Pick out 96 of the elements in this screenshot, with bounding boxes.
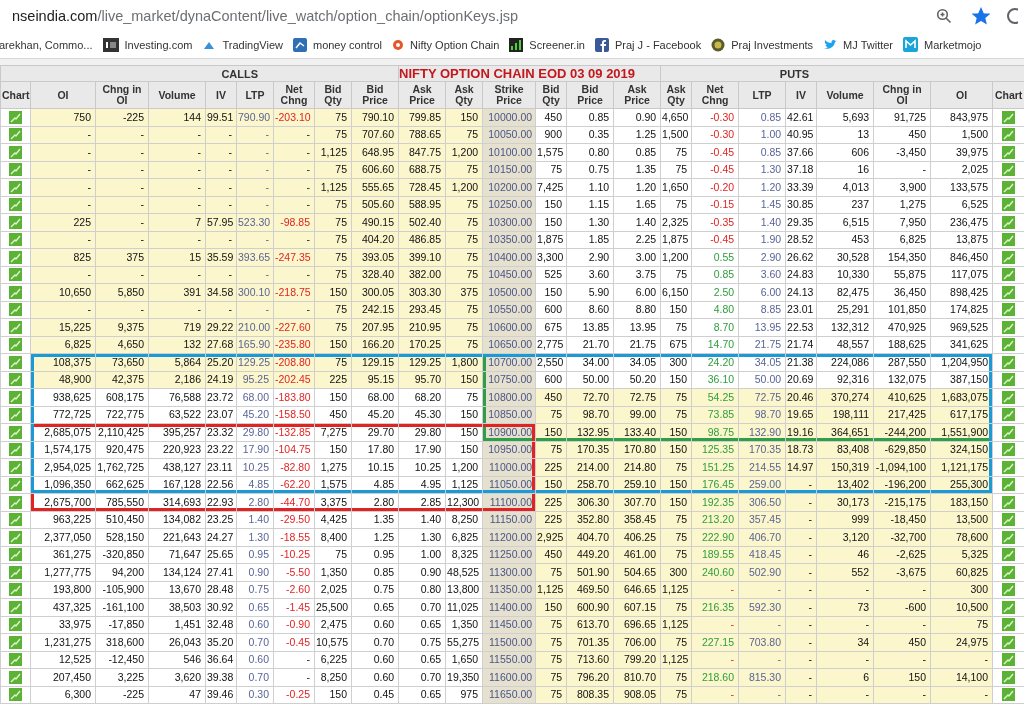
chart-icon[interactable] [1002,670,1016,684]
chart-icon[interactable] [9,390,22,404]
bar-chart-icon [509,37,524,52]
logo-icon [292,37,307,52]
bookmark-link[interactable]: arekhan, Commo... [0,36,93,53]
chart-icon[interactable] [9,408,22,422]
chart-icon[interactable] [1002,583,1016,597]
chart-icon[interactable] [9,443,22,457]
url-host: nseindia.com [12,7,98,24]
star-icon[interactable] [972,6,990,25]
coin-icon [711,37,726,52]
chart-icon[interactable] [9,425,22,439]
chart-icon[interactable] [1002,250,1016,264]
chart-icon[interactable] [1002,303,1016,317]
chart-icon[interactable] [9,618,22,632]
bookmark-link[interactable]: MJ Twitter [823,36,894,53]
chart-icon[interactable] [9,110,22,124]
chart-icon[interactable] [9,670,22,684]
chart-icon[interactable] [9,233,22,247]
chart-icon[interactable] [9,303,22,317]
bookmark-link[interactable]: TradingView [202,36,283,53]
chart-icon[interactable] [9,180,22,194]
chart-icon[interactable] [9,355,22,369]
chart-icon[interactable] [1002,478,1016,492]
calls-label: CALLS [221,67,259,80]
chart-icon[interactable] [1002,600,1016,614]
logo-icon [903,37,919,52]
chart-icon[interactable] [9,583,22,597]
profile-icon[interactable] [1006,6,1018,25]
chart-icon[interactable] [1002,233,1016,247]
chart-icon[interactable] [9,198,22,212]
chart-icon[interactable] [1002,495,1016,509]
chart-icon[interactable] [9,565,22,579]
bookmark-link[interactable]: money control [292,35,383,54]
chart-icon[interactable] [9,338,22,352]
chart-icon[interactable] [1002,548,1016,562]
chart-icon[interactable] [9,163,22,177]
chart-icon[interactable] [9,250,22,264]
chain-title: NIFTY OPTION CHAIN EOD 03 09 2019 [399,66,636,81]
chart-icon[interactable] [9,268,22,282]
chart-icon[interactable] [9,215,22,229]
chart-icon[interactable] [1002,180,1016,194]
chart-icon[interactable] [1002,688,1016,702]
chart-icon[interactable] [1002,373,1016,387]
bookmark-link[interactable]: Praj Investments [711,35,814,54]
chart-icon[interactable] [1002,320,1016,334]
chart-icon[interactable] [9,688,22,702]
facebook-icon [595,37,609,52]
chart-icon[interactable] [1002,565,1016,579]
chart-icon[interactable] [1002,355,1016,369]
chart-icon[interactable] [1002,460,1016,474]
chart-icon[interactable] [9,653,22,667]
chart-icon[interactable] [9,635,22,649]
bookmark-link[interactable]: Investing.com [102,35,193,54]
column-header: OI [30,81,96,109]
chart-icon[interactable] [1002,128,1016,142]
bookmark-link[interactable]: Screener.in [509,35,585,54]
chart-icon[interactable] [1002,635,1016,649]
chart-icon[interactable] [1002,285,1016,299]
chart-icon[interactable] [9,460,22,474]
chart-icon[interactable] [1002,425,1016,439]
chart-icon[interactable] [9,495,22,509]
bird-icon [823,38,838,51]
chart-icon[interactable] [1002,513,1016,527]
chart-icon[interactable] [1002,145,1016,159]
chart-icon[interactable] [9,128,22,142]
chart-icon[interactable] [1002,268,1016,282]
chart-icon[interactable] [1002,110,1016,124]
chart-icon[interactable] [9,513,22,527]
logo-icon [102,37,119,52]
chart-icon[interactable] [9,320,22,334]
bookmark-link[interactable]: Praj J - Facebook [595,35,702,54]
puts-label: PUTS [779,67,810,80]
chart-icon[interactable] [1002,653,1016,667]
chart-icon[interactable] [9,373,22,387]
chart-icon[interactable] [9,530,22,544]
bookmark-link[interactable]: Marketmojo [903,35,982,54]
url-path: /live_market/dynaContent/live_watch/option_chain/optionKeys.jsp [97,7,519,24]
chart-icon[interactable] [1002,408,1016,422]
chart-icon[interactable] [9,548,22,562]
chart-icon[interactable] [1002,390,1016,404]
chart-icon[interactable] [1002,215,1016,229]
chart-icon[interactable] [9,600,22,614]
chart-icon[interactable] [1002,338,1016,352]
column-header: Chart [0,81,31,109]
chart-icon[interactable] [1002,198,1016,212]
chart-icon[interactable] [9,145,22,159]
zoom-icon[interactable] [936,7,952,24]
bookmark-link[interactable]: Nifty Option Chain [392,36,500,53]
chart-icon[interactable] [9,285,22,299]
chart-icon[interactable] [1002,530,1016,544]
chart-icon[interactable] [1002,618,1016,632]
circle-icon [392,38,405,51]
chart-icon[interactable] [1002,443,1016,457]
chart-icon[interactable] [9,478,22,492]
chart-icon[interactable] [1002,163,1016,177]
